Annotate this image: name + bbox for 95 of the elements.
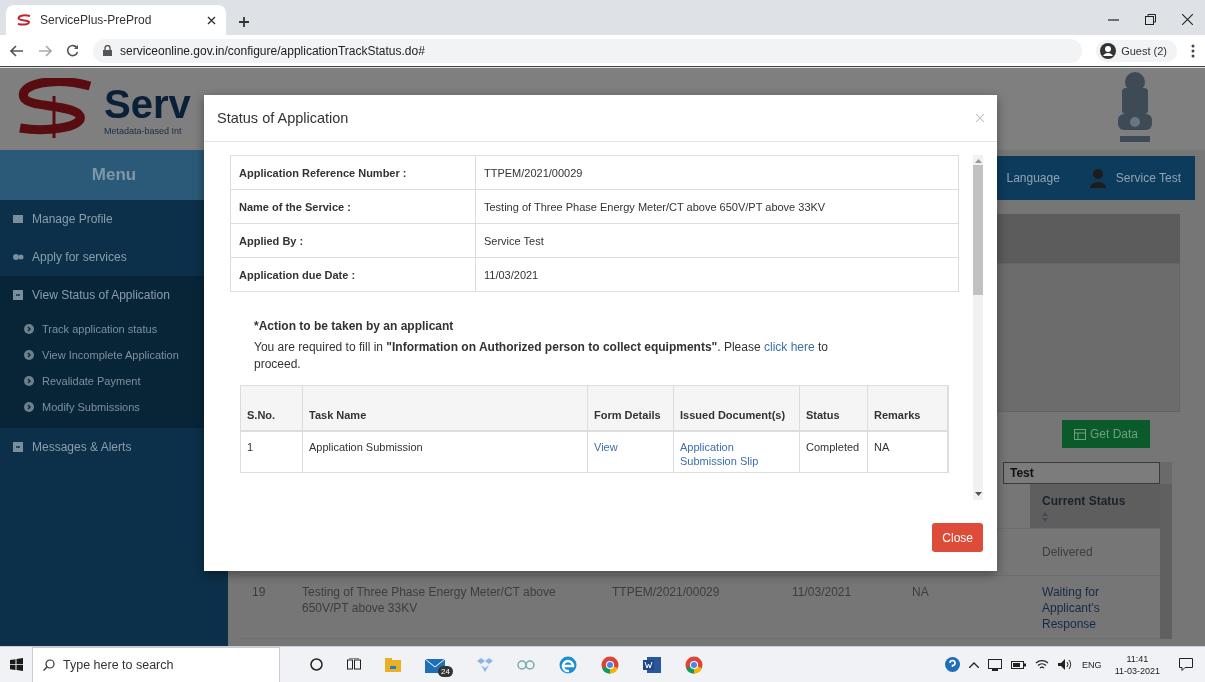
table-cell: Application Submission [303, 432, 588, 472]
submenu-item[interactable]: Revalidate Payment [0, 368, 204, 394]
logo-text: Serv [104, 82, 191, 126]
badge: 24 [438, 665, 453, 677]
close-button[interactable]: Close [932, 523, 983, 552]
table-cell-text: TTPEM/2021/00029 [611, 584, 721, 601]
table-icon [1073, 428, 1086, 440]
language-indicator[interactable]: ENG [1082, 659, 1102, 670]
task-view-icon[interactable] [347, 658, 361, 671]
sort-icon [1042, 512, 1048, 522]
tagline: Metadata-based Int [104, 126, 183, 136]
click-here-link[interactable]: click here [763, 340, 815, 354]
more-icon[interactable] [1191, 43, 1195, 58]
restore-icon[interactable] [1145, 14, 1156, 25]
view-link[interactable]: View [588, 432, 674, 472]
table-cell: NA [868, 432, 948, 472]
submenu-item[interactable]: View Incomplete Application [0, 342, 204, 368]
clock[interactable]: 11:41 11-03-2021 [1114, 652, 1160, 677]
table-cell: Completed [800, 432, 868, 472]
table-cell: 1 [241, 432, 303, 472]
browser-icon[interactable] [558, 655, 577, 674]
status-cell-text: Delivered [1041, 544, 1094, 561]
logo-icon [16, 14, 32, 26]
monitor-icon[interactable] [988, 658, 1003, 671]
column-header: Status [800, 386, 868, 432]
scrollbar[interactable] [973, 155, 983, 500]
wifi-icon[interactable] [1035, 659, 1050, 670]
search-field[interactable]: Type here to search [32, 646, 280, 682]
status-cell-text: Waiting for Applicant's Response [1041, 584, 1101, 633]
windows-icon[interactable] [9, 658, 23, 671]
detail-value: TTPEM/2021/00029 [476, 156, 958, 190]
square-icon [12, 289, 24, 301]
table-cell-text: 11/03/2021 [791, 584, 853, 601]
volume-icon[interactable] [1058, 659, 1074, 670]
action-text: You are required to fill in "Information on Authorized person to collect equipments". Please click here to proceed. [254, 339, 829, 373]
battery-icon[interactable] [1011, 659, 1027, 670]
reload-icon[interactable] [66, 44, 79, 57]
table-cell-text: Testing of Three Phase Energy Meter/CT above 650V/PT above 33KV [301, 584, 557, 617]
action-heading: *Action to be taken by an applicant [254, 318, 455, 335]
table-cell-text: 19 [251, 584, 267, 601]
submenu-item[interactable]: Modify Submissions [0, 394, 204, 420]
column-header: Issued Document(s) [674, 386, 800, 432]
document-icon[interactable] [642, 655, 661, 674]
profile-icon [12, 213, 24, 225]
notification-icon[interactable] [1179, 658, 1193, 671]
arrow-circle-icon [24, 350, 34, 360]
new-tab-icon[interactable] [238, 16, 250, 28]
submenu-item[interactable]: Track application status [0, 316, 204, 342]
sidebar-item[interactable]: Manage Profile [0, 200, 204, 238]
get-data-button[interactable]: Get Data [1061, 420, 1150, 448]
tab-title: ServicePlus-PreProd [40, 13, 153, 27]
document-link[interactable]: Application Submission Slip [674, 432, 800, 472]
language-link[interactable]: Language [1006, 171, 1060, 185]
detail-value: Testing of Three Phase Energy Meter/CT above 650V/PT above 33KV [476, 190, 958, 224]
profile-button[interactable]: Guest (2) [1096, 39, 1177, 62]
table-cell-text: NA [911, 584, 930, 601]
detail-label: Application Reference Number : [231, 156, 476, 190]
browser-tab[interactable]: ServicePlus-PreProd [6, 5, 226, 35]
close-icon [976, 114, 984, 122]
close-icon[interactable] [1182, 14, 1193, 25]
detail-label: Applied By : [231, 224, 476, 258]
square-icon [12, 441, 24, 453]
sidebar-item[interactable]: View Status of Application [0, 276, 204, 314]
detail-label: Application due Date : [231, 258, 476, 291]
folder-icon[interactable] [385, 657, 401, 672]
detail-value: 11/03/2021 [483, 267, 540, 283]
column-header: Remarks [868, 386, 948, 432]
url-text: serviceonline.gov.in/configure/applicationTrackStatus.do# [120, 43, 425, 58]
modal-title: Status of Application [217, 110, 349, 126]
chrome-icon[interactable] [684, 655, 703, 674]
column-header: Task Name [303, 386, 588, 432]
detail-label: Name of the Service : [231, 190, 476, 224]
column-header: Form Details [588, 386, 674, 432]
arrow-circle-icon [24, 402, 34, 412]
caret-icon[interactable] [969, 661, 980, 668]
sidebar-item[interactable]: Messages & Alerts [0, 428, 204, 466]
sidebar-item[interactable]: Apply for services [0, 238, 204, 276]
cogs-icon [12, 251, 24, 263]
chrome-icon[interactable] [600, 655, 619, 674]
arrow-circle-icon [24, 324, 34, 334]
filter-field[interactable]: Test [1003, 462, 1160, 484]
close-icon[interactable] [207, 15, 216, 25]
user-avatar-icon [1089, 168, 1106, 188]
user-name[interactable]: Service Test [1115, 171, 1181, 185]
column-header: S.No. [241, 386, 303, 432]
scroll-down-icon[interactable] [974, 492, 982, 496]
circle-icon[interactable] [310, 658, 323, 671]
detail-value: Service Test [476, 224, 958, 258]
address-bar[interactable]: serviceonline.gov.in/configure/applicationTrackStatus.do# [93, 38, 1083, 63]
back-icon[interactable] [10, 44, 24, 57]
help-icon[interactable] [945, 657, 961, 672]
avatar-icon [1100, 42, 1117, 59]
search-icon [43, 658, 55, 671]
lock-icon [103, 45, 112, 56]
arrow-circle-icon [24, 376, 34, 386]
